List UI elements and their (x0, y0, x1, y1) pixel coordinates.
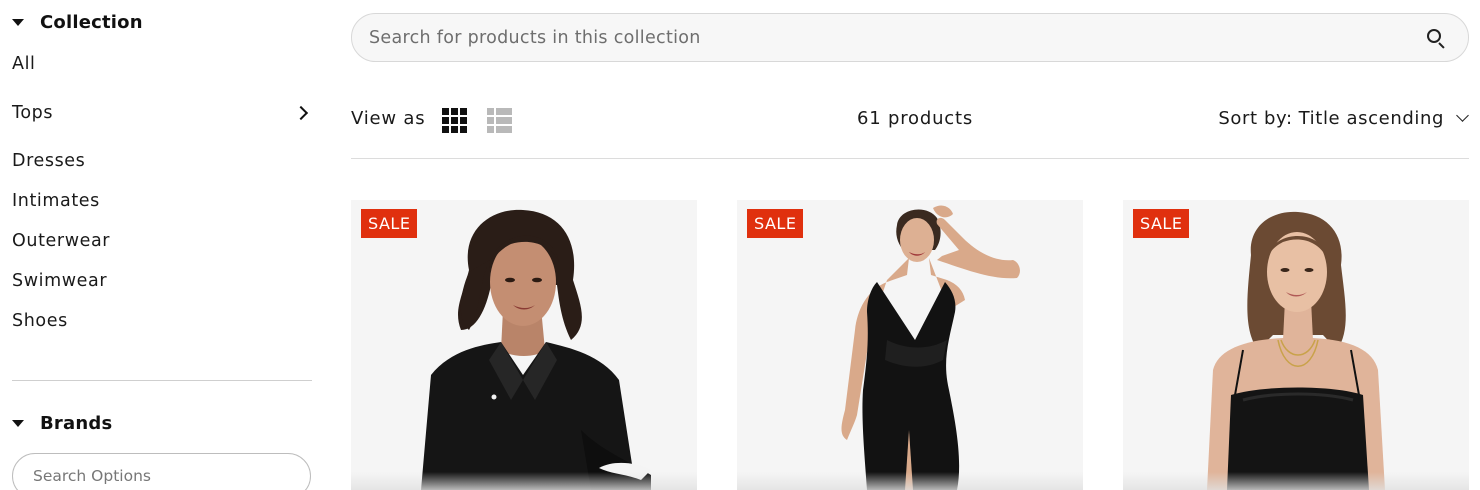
sale-badge: SALE (361, 209, 418, 238)
list-view-icon[interactable] (487, 108, 512, 133)
brands-section-title: Brands (40, 413, 113, 434)
product-card[interactable]: SALE (737, 200, 1083, 490)
product-card[interactable]: SALE (351, 200, 697, 490)
collection-section-toggle[interactable]: Collection (12, 12, 143, 33)
category-all[interactable]: All (12, 50, 312, 78)
chevron-right-icon[interactable] (293, 105, 309, 121)
category-label: Tops (12, 103, 54, 123)
card-fade (737, 472, 1083, 490)
category-label: All (12, 54, 36, 74)
sidebar-divider (12, 380, 312, 381)
search-icon[interactable] (1426, 28, 1446, 49)
collection-search-input[interactable] (369, 27, 1426, 48)
category-label: Intimates (12, 191, 100, 211)
category-intimates[interactable]: Intimates (12, 187, 312, 215)
category-label: Swimwear (12, 271, 108, 291)
sort-label: Sort by: (1218, 108, 1293, 129)
collection-section-title: Collection (40, 12, 143, 33)
brands-section-toggle[interactable]: Brands (12, 413, 112, 434)
product-image[interactable] (737, 200, 1083, 490)
caret-down-icon (12, 19, 24, 26)
brands-search-input[interactable] (33, 467, 310, 485)
filter-sidebar: Collection All Tops Dresses Intimates Ou… (0, 0, 320, 490)
sort-dropdown[interactable]: Sort by: Title ascending (1218, 108, 1469, 129)
sale-badge: SALE (1133, 209, 1190, 238)
category-label: Shoes (12, 311, 68, 331)
product-image[interactable] (351, 200, 697, 490)
collection-search-bar (351, 13, 1469, 62)
brands-search-box (12, 453, 311, 490)
card-fade (351, 472, 697, 490)
view-as-label: View as (351, 108, 426, 129)
chevron-down-icon (1456, 109, 1469, 122)
category-swimwear[interactable]: Swimwear (12, 267, 312, 295)
toolbar-divider (351, 158, 1469, 159)
product-image[interactable] (1123, 200, 1469, 490)
product-card[interactable]: SALE (1123, 200, 1469, 490)
category-tops[interactable]: Tops (12, 99, 312, 127)
caret-down-icon (12, 420, 24, 427)
category-label: Dresses (12, 151, 86, 171)
sale-badge: SALE (747, 209, 804, 238)
sort-value: Title ascending (1298, 108, 1444, 129)
category-shoes[interactable]: Shoes (12, 307, 312, 335)
category-outerwear[interactable]: Outerwear (12, 227, 312, 255)
card-fade (1123, 472, 1469, 490)
grid-view-icon[interactable] (442, 108, 467, 133)
product-count: 61 products (857, 108, 974, 129)
category-label: Outerwear (12, 231, 111, 251)
collection-toolbar: View as 61 products Sort by: Title ascen… (351, 100, 1469, 140)
category-dresses[interactable]: Dresses (12, 147, 312, 175)
